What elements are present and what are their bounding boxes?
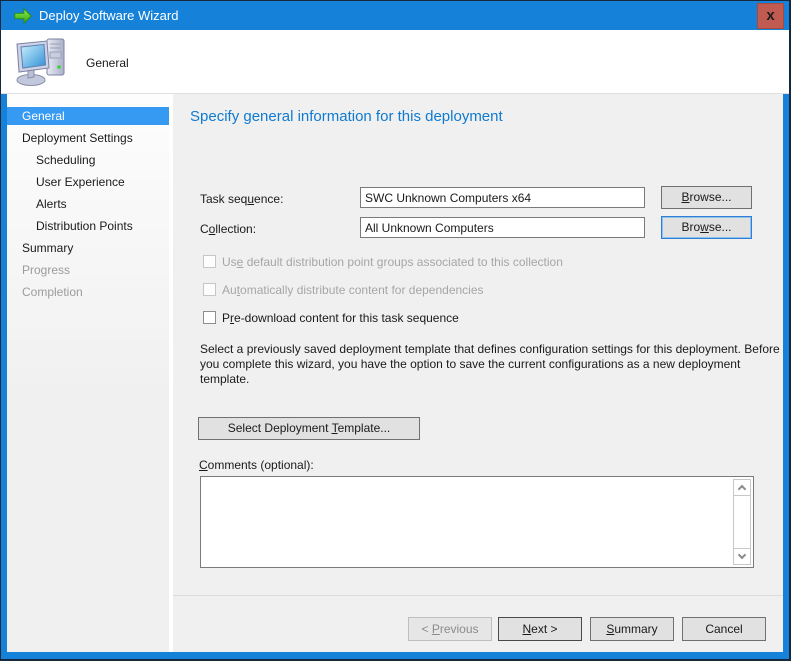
previous-button: < Previous xyxy=(408,617,492,641)
nav-item-completion: Completion xyxy=(7,283,169,301)
computer-icon xyxy=(14,36,70,86)
auto-distribute-checkbox xyxy=(203,283,216,296)
select-deployment-template-button[interactable]: Select Deployment Template... xyxy=(198,417,420,440)
title-bar[interactable]: Deploy Software Wizard x xyxy=(1,1,789,30)
wizard-header: General xyxy=(1,30,789,94)
cancel-button[interactable]: Cancel xyxy=(682,617,766,641)
header-step-title: General xyxy=(86,56,129,70)
task-sequence-label: Task sequence: xyxy=(200,192,283,206)
content-pane: Specify general information for this dep… xyxy=(173,94,783,652)
nav-item-distribution-points[interactable]: Distribution Points xyxy=(7,217,169,235)
close-button[interactable]: x xyxy=(757,3,784,29)
chevron-up-icon xyxy=(738,485,746,493)
scroll-up-button[interactable] xyxy=(734,480,750,496)
comments-input[interactable] xyxy=(201,477,731,567)
page-title: Specify general information for this dep… xyxy=(190,108,503,125)
collection-label: Collection: xyxy=(200,222,256,236)
task-sequence-input[interactable] xyxy=(360,187,645,208)
nav-item-summary[interactable]: Summary xyxy=(7,239,169,257)
nav-item-scheduling[interactable]: Scheduling xyxy=(7,151,169,169)
task-sequence-browse-button[interactable]: Browse... xyxy=(661,186,752,209)
deploy-arrow-icon xyxy=(12,6,34,26)
auto-distribute-label: Automatically distribute content for dep… xyxy=(222,283,484,297)
nav-item-deployment-settings[interactable]: Deployment Settings xyxy=(7,129,169,147)
comments-scrollbar[interactable] xyxy=(733,479,751,565)
nav-item-general[interactable]: General xyxy=(7,107,169,125)
nav-item-user-experience[interactable]: User Experience xyxy=(7,173,169,191)
use-default-dp-groups-checkbox xyxy=(203,255,216,268)
wizard-nav: General Deployment Settings Scheduling U… xyxy=(7,94,169,652)
summary-button[interactable]: Summary xyxy=(590,617,674,641)
predownload-label[interactable]: Pre-download content for this task seque… xyxy=(222,311,459,325)
collection-browse-button[interactable]: Browse... xyxy=(661,216,752,239)
collection-input[interactable] xyxy=(360,217,645,238)
wizard-body: General Deployment Settings Scheduling U… xyxy=(7,94,783,652)
footer-divider xyxy=(173,595,783,596)
scroll-down-button[interactable] xyxy=(734,548,750,564)
comments-field-frame xyxy=(200,476,754,568)
chevron-down-icon xyxy=(738,551,746,559)
window-title: Deploy Software Wizard xyxy=(39,8,178,23)
nav-item-alerts[interactable]: Alerts xyxy=(7,195,169,213)
comments-label: Comments (optional): xyxy=(199,458,314,472)
use-default-dp-groups-label: Use default distribution point groups as… xyxy=(222,255,563,269)
deploy-software-wizard-window: Deploy Software Wizard x xyxy=(0,0,791,661)
window-body: Deploy Software Wizard x xyxy=(1,1,789,659)
next-button[interactable]: Next > xyxy=(498,617,582,641)
nav-item-progress: Progress xyxy=(7,261,169,279)
predownload-checkbox[interactable] xyxy=(203,311,216,324)
template-note: Select a previously saved deployment tem… xyxy=(200,342,784,387)
